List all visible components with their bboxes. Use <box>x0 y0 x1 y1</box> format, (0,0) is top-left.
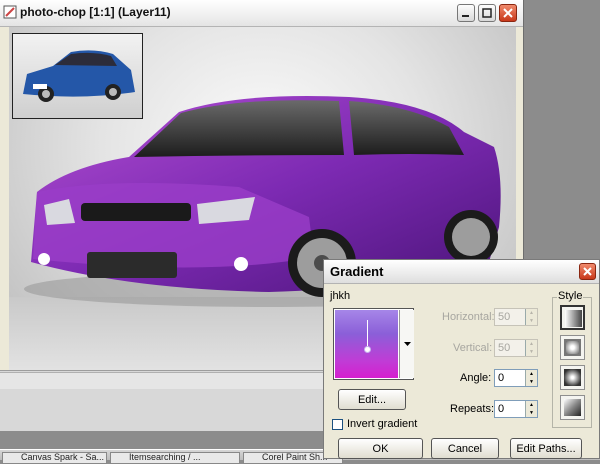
navigator-thumbnail[interactable] <box>12 33 143 119</box>
gradient-name: jhkh <box>330 290 351 302</box>
edit-gradient-button[interactable]: Edit... <box>338 389 406 410</box>
repeats-label: Repeats: <box>450 403 495 415</box>
edit-paths-button[interactable]: Edit Paths... <box>510 438 582 459</box>
window-titlebar[interactable]: photo-chop [1:1] (Layer11) <box>0 0 523 27</box>
style-group-label: Style <box>557 290 584 302</box>
app-icon <box>3 5 17 19</box>
linear-style-icon <box>565 310 582 327</box>
minimize-icon <box>462 15 469 17</box>
taskbar-item-label: Canvas Spark - Sa... <box>21 452 105 462</box>
spinner-arrows-icon[interactable]: ▲ ▼ <box>525 401 537 417</box>
taskbar-item[interactable]: Itemsearching / ... <box>110 452 240 464</box>
ok-button[interactable]: OK <box>338 438 423 459</box>
style-rectangular-button[interactable] <box>560 335 585 360</box>
horizontal-spinner: 50 ▲ ▼ <box>494 308 538 326</box>
conical-style-icon <box>564 399 581 416</box>
vertical-value: 50 <box>498 342 511 354</box>
rectangular-style-icon <box>564 339 581 356</box>
gradient-center-handle[interactable] <box>364 346 371 353</box>
dialog-close-button[interactable] <box>579 263 596 280</box>
gradient-preview[interactable] <box>335 310 398 378</box>
angle-spinner[interactable]: 0 ▲ ▼ <box>494 369 538 387</box>
cancel-button[interactable]: Cancel <box>431 438 499 459</box>
gradient-direction-line <box>367 320 368 348</box>
vertical-label: Vertical: <box>453 342 493 354</box>
horizontal-label: Horizontal: <box>442 311 495 323</box>
chevron-down-icon <box>403 341 411 346</box>
spinner-arrows-icon[interactable]: ▲ ▼ <box>525 370 537 386</box>
close-button[interactable] <box>499 4 517 22</box>
dialog-title: Gradient <box>330 264 384 279</box>
close-icon <box>583 267 592 276</box>
radial-style-icon <box>564 369 581 386</box>
angle-value[interactable]: 0 <box>498 372 504 384</box>
style-linear-button[interactable] <box>560 305 585 330</box>
minimize-button[interactable] <box>457 4 475 22</box>
style-radial-button[interactable] <box>560 365 585 390</box>
gradient-dropdown-arrow[interactable] <box>399 310 414 378</box>
style-conical-button[interactable] <box>560 395 585 420</box>
horizontal-value: 50 <box>498 311 511 323</box>
spinner-arrows-icon: ▲ ▼ <box>525 340 537 356</box>
gradient-swatch-picker[interactable] <box>333 308 414 380</box>
spinner-arrows-icon: ▲ ▼ <box>525 309 537 325</box>
repeats-value[interactable]: 0 <box>498 403 504 415</box>
taskbar-item-label: Corel Paint Sh... <box>262 452 328 462</box>
gradient-dialog: Gradient jhkh Edit... Invert gradient Ho… <box>323 259 600 459</box>
repeats-spinner[interactable]: 0 ▲ ▼ <box>494 400 538 418</box>
maximize-button[interactable] <box>478 4 496 22</box>
blue-car-thumbnail <box>23 50 135 102</box>
taskbar-item-label: Itemsearching / ... <box>129 452 201 462</box>
angle-label: Angle: <box>460 372 492 384</box>
maximize-icon <box>482 8 492 18</box>
close-icon <box>503 8 513 18</box>
taskbar-item[interactable]: Canvas Spark - Sa... <box>2 452 107 464</box>
invert-gradient-label: Invert gradient <box>347 418 418 430</box>
dialog-titlebar[interactable]: Gradient <box>324 260 599 284</box>
style-group <box>552 297 592 428</box>
window-title: photo-chop [1:1] (Layer11) <box>20 5 171 19</box>
horizontal-scrollbar[interactable] <box>0 372 330 389</box>
vertical-spinner: 50 ▲ ▼ <box>494 339 538 357</box>
invert-gradient-checkbox[interactable] <box>332 419 343 430</box>
